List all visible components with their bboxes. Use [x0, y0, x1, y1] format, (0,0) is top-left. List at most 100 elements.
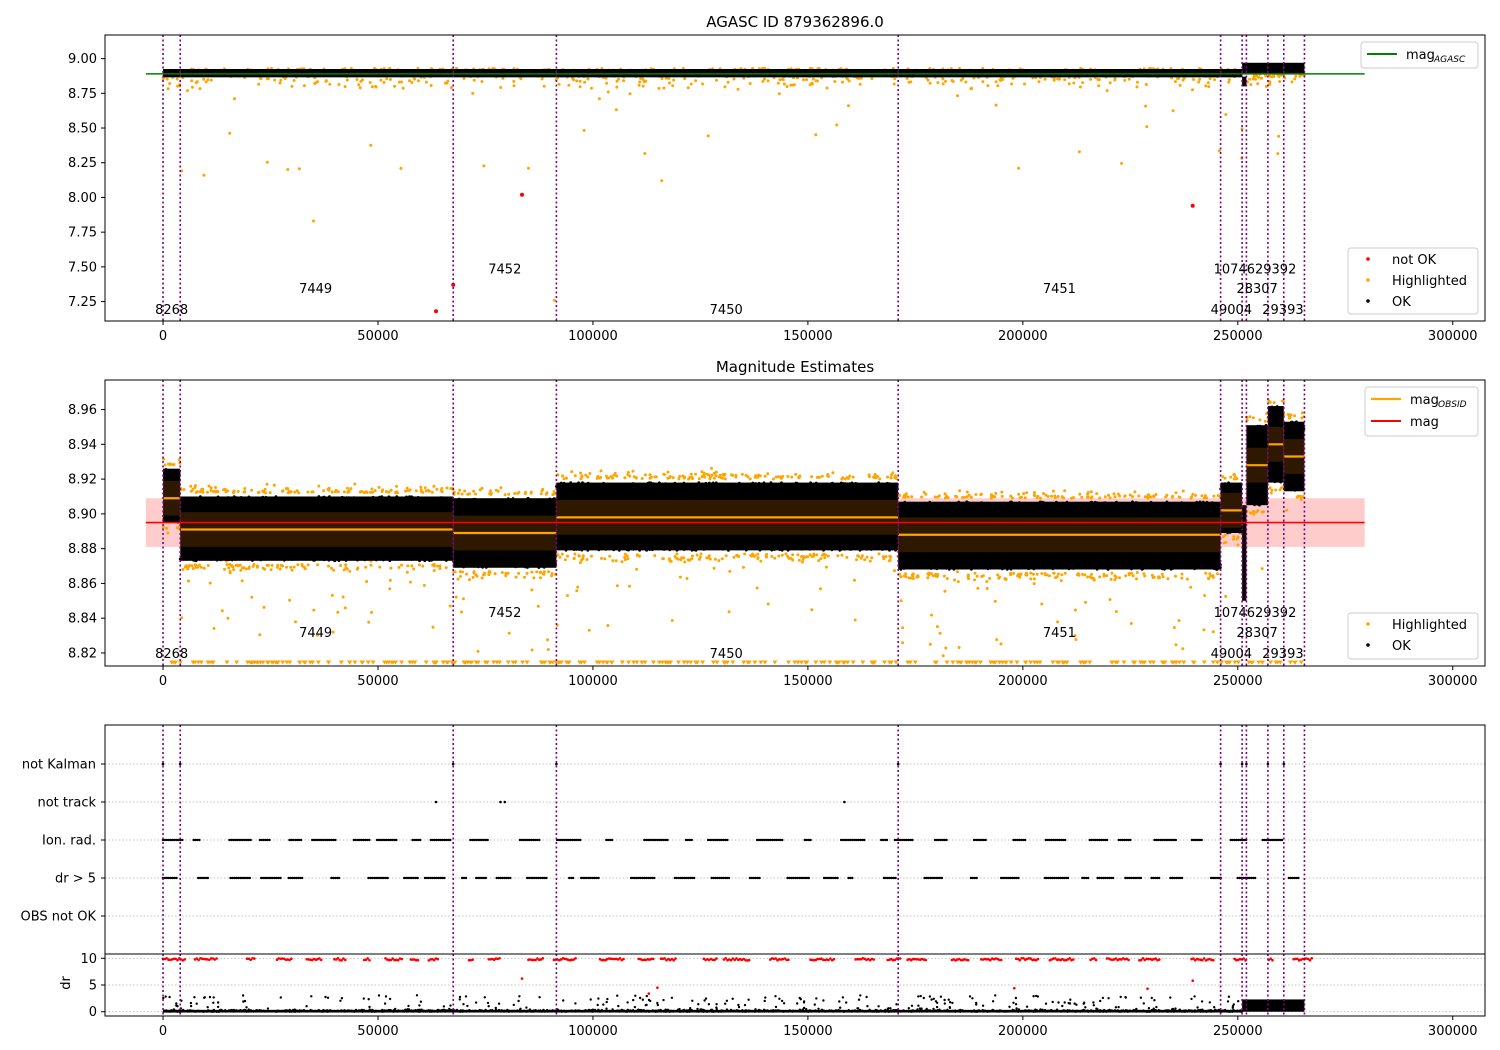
legend-mag-agasc-sub: AGASC — [1433, 55, 1466, 65]
x-tick-label: 300000 — [1428, 1024, 1478, 1039]
x-tick-label: 150000 — [783, 1024, 833, 1039]
highlighted-points — [161, 66, 1306, 302]
obsid-label: 29393 — [1262, 647, 1303, 662]
x-tick-label: 250000 — [1213, 674, 1263, 689]
legend-label: not OK — [1392, 253, 1437, 268]
flags-panel: not Kalman not track Ion. rad. dr > 5 OBS no… — [21, 724, 1486, 955]
legend-label: Highlighted — [1392, 274, 1467, 289]
category-label: OBS not OK — [21, 910, 97, 925]
axes-frame — [104, 34, 1486, 322]
x-tick-label: 250000 — [1213, 1024, 1263, 1039]
dr-not-ok-points — [161, 956, 1314, 995]
dr-ok-baseline — [163, 1009, 1243, 1013]
category-label: not Kalman — [22, 758, 96, 773]
y-tick-label: 7.50 — [68, 260, 97, 275]
y-tick-label: 8.84 — [68, 612, 97, 627]
obsid-label: 8268 — [155, 647, 188, 662]
y-tick-label: 9.00 — [68, 52, 97, 67]
category-label: not track — [37, 796, 96, 811]
x-tick-label: 100000 — [568, 1024, 618, 1039]
x-tick-label: 200000 — [998, 329, 1048, 344]
y-tick-label: 10 — [80, 952, 97, 967]
y-tick-label: 0 — [89, 1005, 97, 1020]
ion-rad-points — [161, 838, 1284, 842]
y-tick-label: 8.82 — [68, 646, 97, 661]
x-tick-label: 0 — [159, 674, 167, 689]
obsid-label: 7450 — [710, 647, 743, 662]
x-tick-label: 200000 — [998, 674, 1048, 689]
y-tick-label: 8.00 — [68, 191, 97, 206]
dr-panel: dr 0 50000 100000 150000 200000 250000 300000 0… — [59, 952, 1486, 1039]
legend-swatch — [1366, 257, 1370, 261]
magnitude-estimates-panel: Magnitude Estimates 8268 7449 7452 7450 7451… — [68, 358, 1486, 689]
y-tick-label: 8.86 — [68, 577, 97, 592]
legend-swatch — [1366, 643, 1370, 647]
y-tick-label: 8.92 — [68, 473, 97, 488]
legend-swatch — [1366, 622, 1370, 626]
obsid-label: 29393 — [1262, 303, 1303, 318]
y-tick-label: 8.50 — [68, 122, 97, 137]
agasc-panel: AGASC ID 879362896.0 8268 7449 7452 7450 745… — [68, 13, 1486, 344]
y-tick-label: 8.94 — [68, 438, 97, 453]
obsid-label: 28307 — [1236, 626, 1277, 641]
category-label: dr > 5 — [55, 872, 96, 887]
obsid-label: 7450 — [710, 303, 743, 318]
obsid-label: 1074629392 — [1214, 606, 1297, 621]
obsid-label: 7451 — [1043, 626, 1076, 641]
obsid-label: 1074629392 — [1214, 263, 1297, 278]
x-tick-label: 50000 — [357, 329, 398, 344]
legend-label: OK — [1392, 639, 1411, 654]
y-tick-label: 8.88 — [68, 542, 97, 557]
legend-label: Highlighted — [1392, 618, 1467, 633]
category-label: Ion. rad. — [42, 834, 96, 849]
obsid-label: 8268 — [155, 303, 188, 318]
obsid-label: 49004 — [1211, 647, 1252, 662]
x-tick-label: 100000 — [568, 674, 618, 689]
ok-points-band — [1283, 62, 1305, 74]
panel4-ylabel: dr — [59, 976, 74, 990]
obsid-label: 7451 — [1043, 282, 1076, 297]
legend-mag-agasc-label: mag — [1406, 48, 1435, 63]
x-tick-label: 300000 — [1428, 329, 1478, 344]
x-tick-label: 100000 — [568, 329, 618, 344]
y-tick-label: 8.96 — [68, 403, 97, 418]
panel1-plot-area — [145, 35, 1365, 321]
y-tick-label: 7.75 — [68, 226, 97, 241]
obsid-label: 7449 — [299, 626, 332, 641]
panel1-title: AGASC ID 879362896.0 — [706, 13, 884, 31]
obsid-label: 7452 — [488, 263, 521, 278]
legend-mag-obsid-label: mag — [1410, 393, 1439, 408]
x-tick-label: 200000 — [998, 1024, 1048, 1039]
x-tick-label: 0 — [159, 1024, 167, 1039]
x-tick-label: 50000 — [357, 674, 398, 689]
panel2-plot-area — [145, 380, 1365, 666]
panel3-plot-area — [105, 725, 1485, 954]
x-tick-label: 150000 — [783, 329, 833, 344]
panel4-plot-area — [105, 954, 1485, 1016]
legend-mag-obsid-sub: OBSID — [1438, 400, 1467, 410]
legend-label: OK — [1392, 295, 1411, 310]
legend-mag-label: mag — [1410, 415, 1439, 430]
y-tick-label: 7.25 — [68, 295, 97, 310]
y-tick-label: 8.75 — [68, 87, 97, 102]
obsid-label: 28307 — [1236, 282, 1277, 297]
y-tick-label: 8.90 — [68, 507, 97, 522]
x-tick-label: 50000 — [357, 1024, 398, 1039]
x-tick-label: 0 — [159, 329, 167, 344]
dr-gt-5-points — [161, 876, 1300, 880]
ok-points-band — [1267, 62, 1284, 74]
y-tick-label: 5 — [89, 979, 97, 994]
legend-swatch — [1366, 299, 1370, 303]
obsid-label: 7449 — [299, 282, 332, 297]
not-ok-points — [434, 192, 1195, 314]
panel2-title: Magnitude Estimates — [716, 358, 874, 376]
obsid-label: 49004 — [1211, 303, 1252, 318]
dr-ok-tail — [1242, 999, 1305, 1012]
ok-points-band — [1246, 62, 1268, 74]
legend-swatch — [1366, 278, 1370, 282]
x-tick-label: 150000 — [783, 674, 833, 689]
x-tick-label: 300000 — [1428, 674, 1478, 689]
figure: AGASC ID 879362896.0 8268 7449 7452 7450 745… — [21, 13, 1486, 1039]
y-tick-label: 8.25 — [68, 156, 97, 171]
obsid-label: 7452 — [488, 606, 521, 621]
